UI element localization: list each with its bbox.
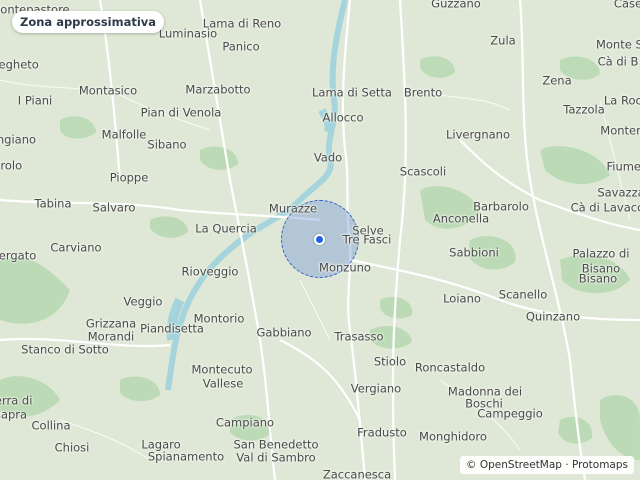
place-label: I Piani xyxy=(17,93,53,108)
place-label: Val di Sambro xyxy=(236,450,316,465)
place-label: Zena xyxy=(542,73,572,88)
place-label: Cà di B xyxy=(597,54,639,69)
place-label: Spianamento xyxy=(147,449,225,464)
place-label: Savazza xyxy=(597,185,640,200)
place-label: Lama di Setta xyxy=(312,85,392,100)
place-label: Vallese xyxy=(202,376,244,391)
place-label: Tabina xyxy=(34,196,72,211)
place-label: Sirolo xyxy=(0,158,23,173)
place-label: Rioveggio xyxy=(181,264,239,279)
place-label: Montere xyxy=(600,123,640,138)
place-label: Montecuto xyxy=(191,362,253,377)
place-label: Monghidoro xyxy=(419,429,487,444)
place-label: Cà di Lavacc xyxy=(570,200,640,215)
place-label: Collina xyxy=(31,418,71,433)
protomaps-attribution-link[interactable]: Protomaps xyxy=(572,456,628,474)
place-label: Zula xyxy=(490,33,516,48)
place-label: Luminasio xyxy=(158,26,218,41)
place-label: Vergiano xyxy=(350,381,402,396)
map-view[interactable]: MontepastoreLama di RenoGuzzanoCaseLumin… xyxy=(0,0,640,480)
attribution: © OpenStreetMap · Protomaps xyxy=(460,456,634,474)
place-label: Vergato xyxy=(0,248,37,263)
copyright-symbol: © xyxy=(466,459,477,471)
place-label: Sibano xyxy=(147,137,187,152)
osm-attribution-link[interactable]: OpenStreetMap xyxy=(480,456,562,474)
place-label: Sabbioni xyxy=(449,245,499,260)
place-label: Serra di xyxy=(0,393,33,408)
location-dot-icon xyxy=(314,234,325,245)
place-label: Anconella xyxy=(432,211,490,226)
place-label: Loiano xyxy=(443,291,481,306)
place-label: La Quercia xyxy=(195,221,257,236)
place-label: Scascoli xyxy=(399,164,447,179)
place-label: Campeggio xyxy=(477,406,543,421)
zone-badge: Zona approssimativa xyxy=(12,11,165,33)
place-label: Vedegheto xyxy=(0,57,39,72)
place-label: Bisano xyxy=(578,271,618,286)
place-label: Guzzano xyxy=(431,0,481,11)
place-label: Tre Fasci xyxy=(342,232,392,247)
place-label: Carviano xyxy=(50,240,102,255)
attribution-separator: · xyxy=(565,459,569,471)
place-label: Livergnano xyxy=(446,127,510,142)
place-label: Trasasso xyxy=(334,329,384,344)
place-label: Chiosi xyxy=(54,440,90,455)
place-label: Campiano xyxy=(215,415,275,430)
place-label: Monte Sole xyxy=(595,37,640,52)
place-label: Mongiano xyxy=(0,132,37,147)
place-label: Murazze xyxy=(268,201,318,216)
place-label: Stanco di Sotto xyxy=(21,342,109,357)
place-label: Stiolo xyxy=(373,354,407,369)
place-label: Veggio xyxy=(123,294,163,309)
place-label: La Rocc xyxy=(603,93,640,108)
place-label: Capra xyxy=(0,407,28,422)
place-label: Tazzola xyxy=(563,102,605,117)
place-label: Malfolle xyxy=(101,127,147,142)
place-label: Gabbiano xyxy=(256,325,312,340)
place-label: Vado xyxy=(313,150,343,165)
place-label: Panico xyxy=(222,39,260,54)
place-label: Salvaro xyxy=(92,200,136,215)
place-label: Palazzo di xyxy=(572,246,630,261)
place-label: Scanello xyxy=(498,287,548,302)
place-label: Roncastaldo xyxy=(414,360,486,375)
place-label: Fradusto xyxy=(357,425,407,440)
place-label: Zaccanesca xyxy=(322,467,392,480)
place-label: Montasico xyxy=(78,83,138,98)
place-label: Piandisetta xyxy=(140,321,204,336)
place-label: Quinzano xyxy=(525,309,581,324)
place-label: Fiumet xyxy=(606,159,640,174)
place-label: Monzuno xyxy=(319,260,371,275)
place-label: Allocco xyxy=(322,110,364,125)
place-label: Pioppe xyxy=(109,170,149,185)
place-label: Pian di Venola xyxy=(140,105,222,120)
place-label: Case xyxy=(613,0,640,11)
place-label: Brento xyxy=(403,85,443,100)
place-label: Marzabotto xyxy=(185,82,251,97)
